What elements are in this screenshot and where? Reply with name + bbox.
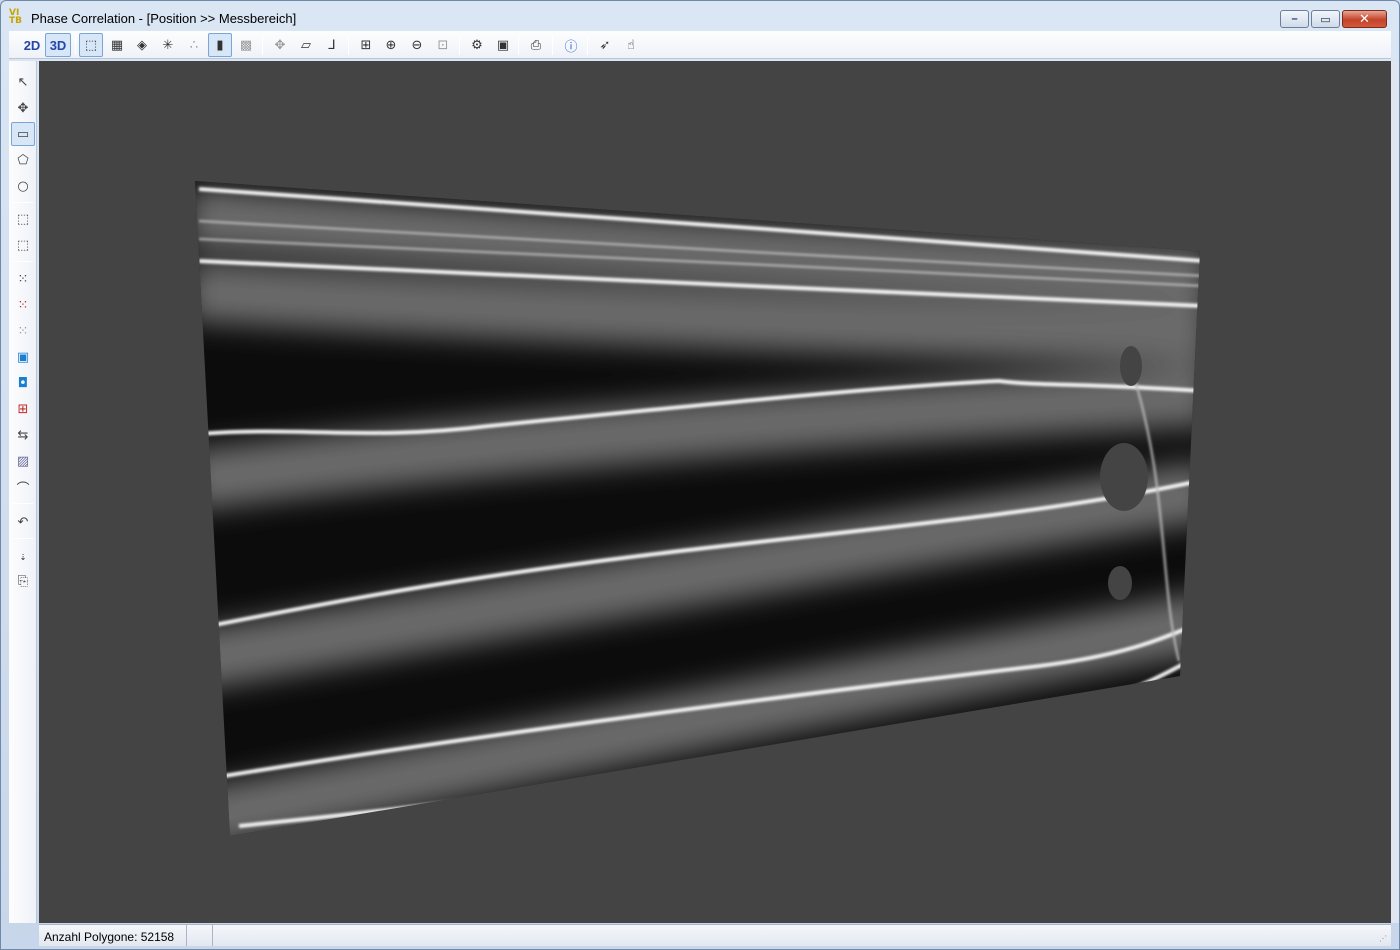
color-scale-icon[interactable]: ▮: [208, 33, 232, 57]
maximize-icon: ▭: [1320, 13, 1331, 26]
left-toolbar: ↖ ✥ ▭ ⬠ ○ ⬚ ⬚ ⁙ ⁙ ⁙ ▣ ◘ ⊞ ⇆ ▨ ⌒ ↶ ⇣ ⎘: [9, 61, 37, 923]
zoom-out-icon[interactable]: ⊖: [405, 33, 429, 57]
fringe-pattern: [195, 181, 1200, 836]
export-icon[interactable]: ⎘: [11, 569, 35, 593]
circle-select-icon[interactable]: ○: [11, 174, 35, 198]
application-window: VI TB Phase Correlation - [Position >> Me…: [0, 0, 1400, 950]
solid-cube-icon[interactable]: ◈: [130, 33, 154, 57]
crosshair-box-icon[interactable]: ⊞: [11, 397, 35, 421]
hatch-pattern-icon[interactable]: ▨: [11, 449, 35, 473]
pan-icon[interactable]: ✥: [268, 33, 292, 57]
right-edge: [1391, 61, 1399, 923]
maximize-button[interactable]: ▭: [1311, 10, 1340, 28]
orc-icon[interactable]: ⇣: [11, 545, 35, 569]
info-icon[interactable]: ⓘ: [559, 33, 583, 57]
settings-icon[interactable]: ⚙: [465, 33, 489, 57]
close-button[interactable]: ✕: [1342, 10, 1387, 28]
point-cloud-icon[interactable]: ✳: [156, 33, 180, 57]
pick-point-icon[interactable]: ➶: [593, 33, 617, 57]
invert-selection-icon[interactable]: ⬚: [11, 233, 35, 257]
toolbar-separator: [13, 261, 33, 262]
grid-points-icon[interactable]: ⁙: [11, 267, 35, 291]
toolbar-separator: [587, 35, 588, 55]
transfer-icon[interactable]: ⇆: [11, 423, 35, 447]
rectangle-select-icon[interactable]: ▭: [11, 122, 35, 146]
select-area-icon[interactable]: ▣: [11, 345, 35, 369]
points-icon[interactable]: ∴: [182, 33, 206, 57]
title-bar[interactable]: VI TB Phase Correlation - [Position >> Me…: [1, 1, 1399, 31]
toolbar-separator: [75, 35, 76, 55]
app-logo-icon: VI TB: [9, 8, 22, 26]
resize-grip-icon[interactable]: ⋰: [1379, 934, 1389, 944]
profile-graph-icon[interactable]: ⌒: [11, 475, 35, 499]
view-3d-button[interactable]: 3D: [45, 33, 71, 57]
status-pane-empty: [189, 925, 213, 946]
toolbar-separator: [13, 538, 33, 539]
zoom-region-icon[interactable]: ⊡: [431, 33, 455, 57]
close-icon: ✕: [1359, 11, 1370, 26]
print-icon[interactable]: ⎙: [524, 33, 548, 57]
toolbar-separator: [518, 35, 519, 55]
fringe-surface: [195, 181, 1200, 836]
caption-buttons: – ▭ ✕: [1280, 10, 1387, 28]
view-2d-button[interactable]: 2D: [19, 33, 45, 57]
toolbar-separator: [13, 503, 33, 504]
pointer-select-icon[interactable]: ☝: [619, 33, 643, 57]
grid-points-gray-icon[interactable]: ⁙: [11, 319, 35, 343]
zoom-fit-icon[interactable]: ⊞: [354, 33, 378, 57]
wireframe-cube-icon[interactable]: ▦: [105, 33, 129, 57]
shaded-cube-icon[interactable]: ⬚: [79, 33, 103, 57]
3d-viewport[interactable]: [39, 61, 1391, 923]
minimize-icon: –: [1291, 13, 1298, 25]
window-title: Phase Correlation - [Position >> Messber…: [31, 11, 297, 26]
status-bar: Anzahl Polygone: 52158 ⋰: [39, 924, 1391, 946]
polygon-select-icon[interactable]: ⬠: [11, 148, 35, 172]
polygon-count-status: Anzahl Polygone: 52158: [39, 925, 187, 946]
boundary-icon[interactable]: ◘: [11, 371, 35, 395]
texture-icon[interactable]: ▩: [234, 33, 258, 57]
toolbar-separator: [459, 35, 460, 55]
axes-icon[interactable]: ⅃: [320, 33, 344, 57]
toolbar-separator: [13, 202, 33, 203]
move-icon[interactable]: ✥: [11, 96, 35, 120]
minimize-button[interactable]: –: [1280, 10, 1309, 28]
toolbar-separator: [262, 35, 263, 55]
arrow-pointer-icon[interactable]: ↖: [11, 70, 35, 94]
snapshot-icon[interactable]: ▣: [491, 33, 515, 57]
toolbar-separator: [348, 35, 349, 55]
main-toolbar: 2D 3D ⬚ ▦ ◈ ✳ ∴ ▮ ▩ ✥ ▱ ⅃ ⊞ ⊕ ⊖ ⊡ ⚙ ▣ ⎙ …: [9, 31, 1391, 59]
zoom-in-icon[interactable]: ⊕: [379, 33, 403, 57]
toolbar-separator: [552, 35, 553, 55]
box-view-icon[interactable]: ▱: [294, 33, 318, 57]
deselect-rectangle-icon[interactable]: ⬚: [11, 207, 35, 231]
undo-icon[interactable]: ↶: [11, 510, 35, 534]
grid-points-red-icon[interactable]: ⁙: [11, 293, 35, 317]
